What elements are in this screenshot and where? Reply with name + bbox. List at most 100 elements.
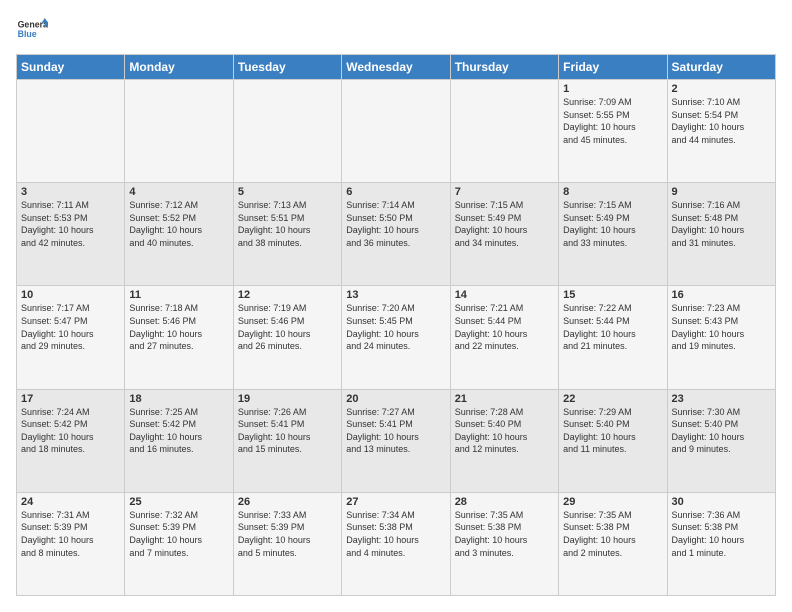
- day-number: 13: [346, 289, 445, 301]
- calendar-cell: 28Sunrise: 7:35 AM Sunset: 5:38 PM Dayli…: [450, 492, 558, 595]
- calendar-cell: 7Sunrise: 7:15 AM Sunset: 5:49 PM Daylig…: [450, 183, 558, 286]
- day-info: Sunrise: 7:10 AM Sunset: 5:54 PM Dayligh…: [672, 96, 771, 146]
- day-number: 14: [455, 289, 554, 301]
- day-info: Sunrise: 7:15 AM Sunset: 5:49 PM Dayligh…: [455, 199, 554, 249]
- page: General Blue SundayMondayTuesdayWednesda…: [0, 0, 792, 612]
- calendar-cell: 21Sunrise: 7:28 AM Sunset: 5:40 PM Dayli…: [450, 389, 558, 492]
- calendar-cell: 13Sunrise: 7:20 AM Sunset: 5:45 PM Dayli…: [342, 286, 450, 389]
- calendar-cell: [342, 80, 450, 183]
- calendar-cell: [17, 80, 125, 183]
- day-info: Sunrise: 7:13 AM Sunset: 5:51 PM Dayligh…: [238, 199, 337, 249]
- day-info: Sunrise: 7:35 AM Sunset: 5:38 PM Dayligh…: [563, 509, 662, 559]
- day-info: Sunrise: 7:33 AM Sunset: 5:39 PM Dayligh…: [238, 509, 337, 559]
- day-number: 3: [21, 186, 120, 198]
- calendar-cell: 3Sunrise: 7:11 AM Sunset: 5:53 PM Daylig…: [17, 183, 125, 286]
- calendar-cell: 16Sunrise: 7:23 AM Sunset: 5:43 PM Dayli…: [667, 286, 775, 389]
- day-info: Sunrise: 7:18 AM Sunset: 5:46 PM Dayligh…: [129, 302, 228, 352]
- day-number: 19: [238, 393, 337, 405]
- calendar-cell: 2Sunrise: 7:10 AM Sunset: 5:54 PM Daylig…: [667, 80, 775, 183]
- calendar-cell: [125, 80, 233, 183]
- day-info: Sunrise: 7:12 AM Sunset: 5:52 PM Dayligh…: [129, 199, 228, 249]
- calendar-cell: 23Sunrise: 7:30 AM Sunset: 5:40 PM Dayli…: [667, 389, 775, 492]
- calendar-cell: 9Sunrise: 7:16 AM Sunset: 5:48 PM Daylig…: [667, 183, 775, 286]
- day-number: 20: [346, 393, 445, 405]
- day-number: 28: [455, 496, 554, 508]
- calendar-week-4: 17Sunrise: 7:24 AM Sunset: 5:42 PM Dayli…: [17, 389, 776, 492]
- day-info: Sunrise: 7:25 AM Sunset: 5:42 PM Dayligh…: [129, 406, 228, 456]
- calendar-cell: 25Sunrise: 7:32 AM Sunset: 5:39 PM Dayli…: [125, 492, 233, 595]
- day-number: 21: [455, 393, 554, 405]
- day-number: 29: [563, 496, 662, 508]
- col-header-tuesday: Tuesday: [233, 55, 341, 80]
- day-number: 11: [129, 289, 228, 301]
- day-number: 7: [455, 186, 554, 198]
- day-number: 17: [21, 393, 120, 405]
- day-info: Sunrise: 7:14 AM Sunset: 5:50 PM Dayligh…: [346, 199, 445, 249]
- day-info: Sunrise: 7:22 AM Sunset: 5:44 PM Dayligh…: [563, 302, 662, 352]
- svg-text:Blue: Blue: [18, 29, 37, 39]
- col-header-sunday: Sunday: [17, 55, 125, 80]
- col-header-friday: Friday: [559, 55, 667, 80]
- day-info: Sunrise: 7:15 AM Sunset: 5:49 PM Dayligh…: [563, 199, 662, 249]
- calendar-cell: 14Sunrise: 7:21 AM Sunset: 5:44 PM Dayli…: [450, 286, 558, 389]
- day-info: Sunrise: 7:28 AM Sunset: 5:40 PM Dayligh…: [455, 406, 554, 456]
- day-number: 23: [672, 393, 771, 405]
- day-number: 27: [346, 496, 445, 508]
- calendar-cell: 30Sunrise: 7:36 AM Sunset: 5:38 PM Dayli…: [667, 492, 775, 595]
- day-number: 18: [129, 393, 228, 405]
- calendar-cell: 15Sunrise: 7:22 AM Sunset: 5:44 PM Dayli…: [559, 286, 667, 389]
- col-header-thursday: Thursday: [450, 55, 558, 80]
- day-info: Sunrise: 7:20 AM Sunset: 5:45 PM Dayligh…: [346, 302, 445, 352]
- day-info: Sunrise: 7:21 AM Sunset: 5:44 PM Dayligh…: [455, 302, 554, 352]
- logo-icon: General Blue: [16, 16, 48, 44]
- calendar-cell: 12Sunrise: 7:19 AM Sunset: 5:46 PM Dayli…: [233, 286, 341, 389]
- header: General Blue: [16, 16, 776, 44]
- calendar-week-5: 24Sunrise: 7:31 AM Sunset: 5:39 PM Dayli…: [17, 492, 776, 595]
- calendar-cell: 29Sunrise: 7:35 AM Sunset: 5:38 PM Dayli…: [559, 492, 667, 595]
- calendar-cell: [450, 80, 558, 183]
- day-number: 10: [21, 289, 120, 301]
- day-info: Sunrise: 7:31 AM Sunset: 5:39 PM Dayligh…: [21, 509, 120, 559]
- day-number: 6: [346, 186, 445, 198]
- day-info: Sunrise: 7:36 AM Sunset: 5:38 PM Dayligh…: [672, 509, 771, 559]
- day-info: Sunrise: 7:35 AM Sunset: 5:38 PM Dayligh…: [455, 509, 554, 559]
- day-info: Sunrise: 7:27 AM Sunset: 5:41 PM Dayligh…: [346, 406, 445, 456]
- col-header-wednesday: Wednesday: [342, 55, 450, 80]
- day-number: 26: [238, 496, 337, 508]
- day-info: Sunrise: 7:26 AM Sunset: 5:41 PM Dayligh…: [238, 406, 337, 456]
- calendar-cell: 11Sunrise: 7:18 AM Sunset: 5:46 PM Dayli…: [125, 286, 233, 389]
- calendar-cell: 27Sunrise: 7:34 AM Sunset: 5:38 PM Dayli…: [342, 492, 450, 595]
- calendar-cell: 24Sunrise: 7:31 AM Sunset: 5:39 PM Dayli…: [17, 492, 125, 595]
- day-number: 16: [672, 289, 771, 301]
- calendar-cell: 18Sunrise: 7:25 AM Sunset: 5:42 PM Dayli…: [125, 389, 233, 492]
- day-info: Sunrise: 7:23 AM Sunset: 5:43 PM Dayligh…: [672, 302, 771, 352]
- calendar-cell: 10Sunrise: 7:17 AM Sunset: 5:47 PM Dayli…: [17, 286, 125, 389]
- calendar-cell: [233, 80, 341, 183]
- calendar-table: SundayMondayTuesdayWednesdayThursdayFrid…: [16, 54, 776, 596]
- day-number: 8: [563, 186, 662, 198]
- calendar-cell: 20Sunrise: 7:27 AM Sunset: 5:41 PM Dayli…: [342, 389, 450, 492]
- day-info: Sunrise: 7:32 AM Sunset: 5:39 PM Dayligh…: [129, 509, 228, 559]
- col-header-monday: Monday: [125, 55, 233, 80]
- calendar-week-1: 1Sunrise: 7:09 AM Sunset: 5:55 PM Daylig…: [17, 80, 776, 183]
- day-number: 9: [672, 186, 771, 198]
- day-number: 24: [21, 496, 120, 508]
- day-info: Sunrise: 7:17 AM Sunset: 5:47 PM Dayligh…: [21, 302, 120, 352]
- calendar-cell: 26Sunrise: 7:33 AM Sunset: 5:39 PM Dayli…: [233, 492, 341, 595]
- day-number: 30: [672, 496, 771, 508]
- calendar-cell: 1Sunrise: 7:09 AM Sunset: 5:55 PM Daylig…: [559, 80, 667, 183]
- calendar-week-3: 10Sunrise: 7:17 AM Sunset: 5:47 PM Dayli…: [17, 286, 776, 389]
- day-number: 12: [238, 289, 337, 301]
- calendar-cell: 6Sunrise: 7:14 AM Sunset: 5:50 PM Daylig…: [342, 183, 450, 286]
- day-number: 4: [129, 186, 228, 198]
- day-number: 5: [238, 186, 337, 198]
- logo: General Blue: [16, 16, 48, 44]
- day-number: 22: [563, 393, 662, 405]
- day-info: Sunrise: 7:34 AM Sunset: 5:38 PM Dayligh…: [346, 509, 445, 559]
- day-info: Sunrise: 7:19 AM Sunset: 5:46 PM Dayligh…: [238, 302, 337, 352]
- day-number: 15: [563, 289, 662, 301]
- day-info: Sunrise: 7:09 AM Sunset: 5:55 PM Dayligh…: [563, 96, 662, 146]
- calendar-header-row: SundayMondayTuesdayWednesdayThursdayFrid…: [17, 55, 776, 80]
- day-info: Sunrise: 7:29 AM Sunset: 5:40 PM Dayligh…: [563, 406, 662, 456]
- col-header-saturday: Saturday: [667, 55, 775, 80]
